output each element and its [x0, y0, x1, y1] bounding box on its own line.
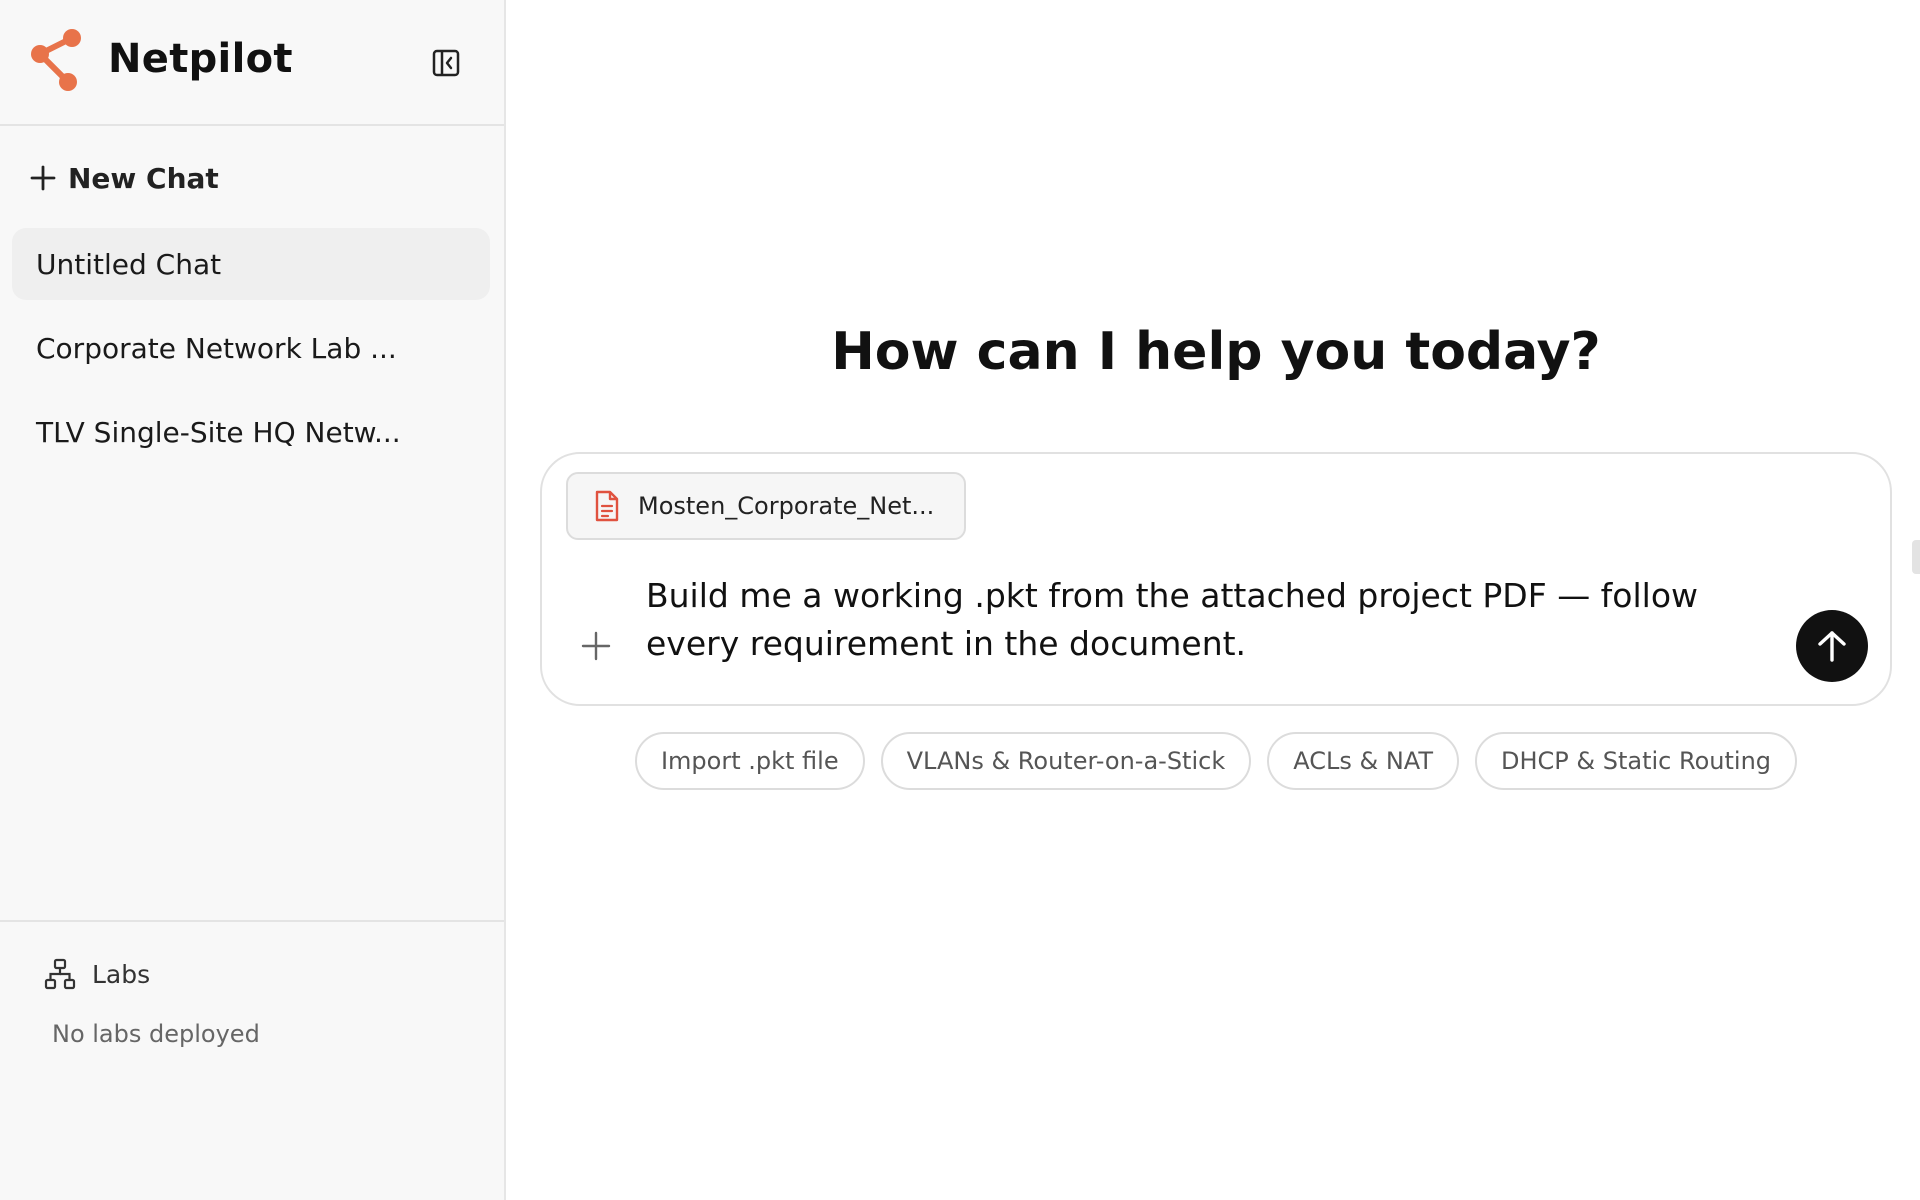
pdf-document-icon — [595, 490, 619, 522]
new-chat-label: New Chat — [68, 161, 219, 195]
plus-icon — [30, 165, 56, 191]
sidebar-collapse-icon — [432, 49, 460, 77]
new-chat-button[interactable]: New Chat — [30, 156, 219, 200]
send-button[interactable] — [1796, 610, 1868, 682]
suggestion-vlans[interactable]: VLANs & Router-on-a-Stick — [880, 732, 1252, 790]
composer: Mosten_Corporate_Net... Build me a worki… — [540, 452, 1892, 706]
suggestion-dhcp-routing[interactable]: DHCP & Static Routing — [1475, 732, 1798, 790]
suggestion-import-pkt[interactable]: Import .pkt file — [634, 732, 865, 790]
collapse-sidebar-button[interactable] — [428, 46, 464, 80]
chat-item-corporate-network-lab[interactable]: Corporate Network Lab ... — [12, 312, 490, 384]
network-topology-icon — [44, 958, 76, 990]
chat-item-tlv-hq-network[interactable]: TLV Single-Site HQ Netw... — [12, 396, 490, 468]
suggestion-acls-nat[interactable]: ACLs & NAT — [1267, 732, 1460, 790]
labs-button[interactable]: Labs — [44, 958, 150, 990]
prompt-input[interactable]: Build me a working .pkt from the attache… — [646, 572, 1776, 668]
app-title: Netpilot — [108, 36, 293, 82]
page-title: How can I help you today? — [831, 322, 1601, 382]
chat-item-label: TLV Single-Site HQ Netw... — [36, 415, 401, 449]
plus-icon — [581, 631, 611, 661]
attachment-chip[interactable]: Mosten_Corporate_Net... — [566, 472, 966, 540]
scrollbar-handle[interactable] — [1912, 540, 1920, 574]
attachment-filename: Mosten_Corporate_Net... — [638, 492, 935, 520]
share-nodes-icon — [31, 29, 81, 91]
chat-item-untitled[interactable]: Untitled Chat — [12, 228, 490, 300]
arrow-up-icon — [1818, 631, 1846, 662]
chat-item-label: Corporate Network Lab ... — [36, 331, 397, 365]
sidebar-header: Netpilot — [0, 0, 504, 126]
add-attachment-button[interactable] — [576, 626, 616, 666]
suggestion-chips: Import .pkt file VLANs & Router-on-a-Sti… — [506, 732, 1920, 790]
labs-label: Labs — [92, 959, 151, 989]
labs-empty-state: No labs deployed — [52, 1020, 260, 1048]
main-panel: How can I help you today? Mosten_Corpora… — [506, 0, 1920, 1200]
labs-section: Labs No labs deployed — [0, 920, 504, 1200]
chat-item-label: Untitled Chat — [36, 247, 222, 281]
sidebar: Netpilot New Chat Untitled Chat Corporat… — [0, 0, 506, 1200]
